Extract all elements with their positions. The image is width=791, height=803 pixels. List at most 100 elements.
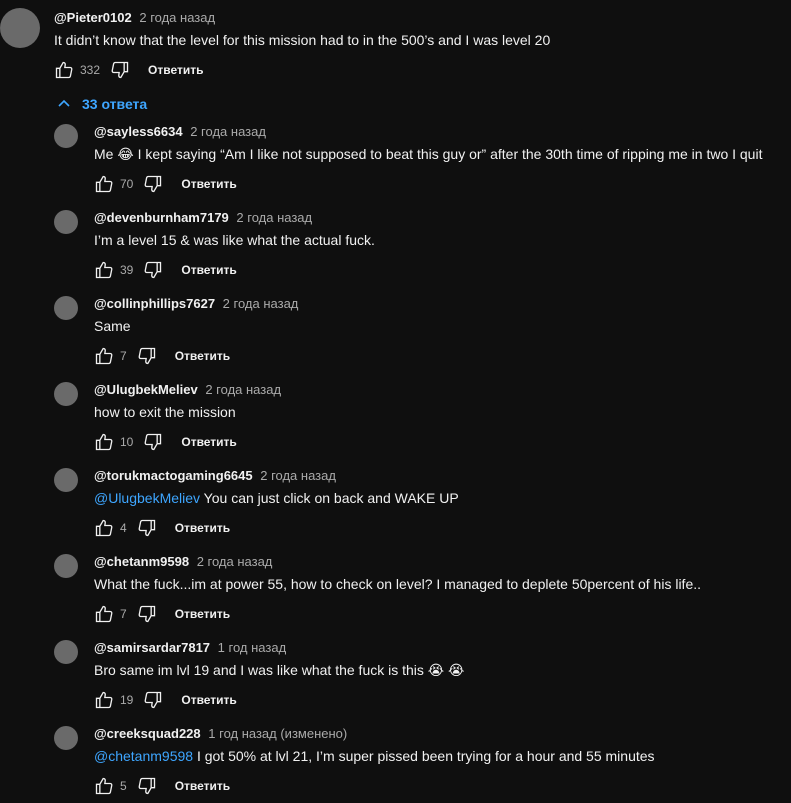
avatar[interactable]	[54, 210, 78, 234]
comment-actions: 19 Ответить	[92, 688, 237, 712]
thumbs-up-icon	[95, 777, 113, 795]
like-button[interactable]	[92, 344, 116, 368]
comment-text: Me 😂 I kept saying “Am I like not suppos…	[94, 146, 762, 163]
like-button[interactable]	[92, 602, 116, 626]
reply-button[interactable]: Ответить	[181, 177, 236, 191]
comment-header: @torukmactogaming6645 2 года назад	[94, 468, 336, 483]
comment-time[interactable]: 1 год назад (изменено)	[208, 726, 347, 741]
thumbs-down-icon	[138, 347, 155, 365]
avatar[interactable]	[54, 726, 78, 750]
comment-time[interactable]: 2 года назад	[139, 10, 215, 25]
avatar[interactable]	[54, 640, 78, 664]
comment-actions: 70 Ответить	[92, 172, 237, 196]
like-button[interactable]	[52, 58, 76, 82]
thumbs-down-icon	[144, 433, 162, 451]
comment-author[interactable]: @chetanm9598	[94, 554, 189, 569]
comment-header: @sayless6634 2 года назад	[94, 124, 266, 139]
thumbs-up-icon	[95, 519, 113, 537]
comment-header: @collinphillips7627 2 года назад	[94, 296, 298, 311]
dislike-button[interactable]	[135, 344, 159, 368]
thumbs-down-icon	[138, 777, 155, 795]
comment-time[interactable]: 2 года назад	[205, 382, 281, 397]
avatar[interactable]	[0, 8, 40, 48]
like-count: 5	[120, 779, 127, 793]
comment-author[interactable]: @sayless6634	[94, 124, 183, 139]
comment-actions: 5 Ответить	[92, 774, 230, 798]
mention-link[interactable]: @UlugbekMeliev	[94, 490, 200, 506]
thumbs-down-icon	[144, 691, 162, 709]
like-button[interactable]	[92, 774, 116, 798]
thumbs-down-icon	[138, 605, 155, 623]
like-button[interactable]	[92, 516, 116, 540]
dislike-button[interactable]	[141, 430, 165, 454]
dislike-button[interactable]	[135, 774, 159, 798]
avatar[interactable]	[54, 468, 78, 492]
comment-text: @UlugbekMeliev You can just click on bac…	[94, 490, 459, 506]
avatar[interactable]	[54, 382, 78, 406]
avatar[interactable]	[54, 124, 78, 148]
comment-author[interactable]: @collinphillips7627	[94, 296, 215, 311]
reply-button[interactable]: Ответить	[181, 693, 236, 707]
thumbs-down-icon	[144, 261, 162, 279]
comment-text: I’m a level 15 & was like what the actua…	[94, 232, 375, 248]
comment-author[interactable]: @torukmactogaming6645	[94, 468, 253, 483]
comment-header: @Pieter0102 2 года назад	[54, 10, 215, 25]
like-button[interactable]	[92, 172, 116, 196]
like-count: 19	[120, 693, 134, 707]
thumbs-up-icon	[95, 433, 113, 451]
like-button[interactable]	[92, 430, 116, 454]
comment-body: Bro same im lvl 19 and I was like what t…	[94, 662, 465, 678]
thumbs-up-icon	[95, 347, 113, 365]
comment-header: @UlugbekMeliev 2 года назад	[94, 382, 281, 397]
dislike-button[interactable]	[141, 688, 165, 712]
reply-button[interactable]: Ответить	[175, 607, 230, 621]
comment-text: It didn’t know that the level for this m…	[54, 32, 551, 48]
comment-time[interactable]: 2 года назад	[236, 210, 312, 225]
reply-button[interactable]: Ответить	[148, 63, 203, 77]
like-count: 7	[120, 607, 127, 621]
avatar[interactable]	[54, 296, 78, 320]
dislike-button[interactable]	[141, 258, 165, 282]
comment-text: @chetanm9598 I got 50% at lvl 21, I’m su…	[94, 748, 655, 764]
comment-body: I’m a level 15 & was like what the actua…	[94, 232, 375, 248]
like-count: 10	[120, 435, 134, 449]
comment-actions: 7 Ответить	[92, 344, 230, 368]
like-button[interactable]	[92, 688, 116, 712]
thumbs-down-icon	[138, 519, 155, 537]
comment-text: Bro same im lvl 19 and I was like what t…	[94, 662, 464, 679]
thumbs-up-icon	[95, 175, 113, 193]
like-button[interactable]	[92, 258, 116, 282]
reply-button[interactable]: Ответить	[175, 779, 230, 793]
comment-time[interactable]: 1 год назад	[218, 640, 286, 655]
dislike-button[interactable]	[135, 516, 159, 540]
like-count: 4	[120, 521, 127, 535]
comment-time[interactable]: 2 года назад	[260, 468, 336, 483]
comment-actions: 332 Ответить	[52, 58, 203, 82]
comment-header: @creeksquad228 1 год назад (изменено)	[94, 726, 347, 741]
reply-button[interactable]: Ответить	[175, 349, 230, 363]
comment-time[interactable]: 2 года назад	[190, 124, 266, 139]
reply-button[interactable]: Ответить	[181, 435, 236, 449]
comment-header: @devenburnham7179 2 года назад	[94, 210, 312, 225]
comment-author[interactable]: @Pieter0102	[54, 10, 132, 25]
thumbs-up-icon	[95, 691, 113, 709]
comment-author[interactable]: @devenburnham7179	[94, 210, 229, 225]
comment-author[interactable]: @UlugbekMeliev	[94, 382, 198, 397]
dislike-button[interactable]	[135, 602, 159, 626]
avatar[interactable]	[54, 554, 78, 578]
comment-body: You can just click on back and WAKE UP	[200, 490, 459, 506]
comment-body: Same	[94, 318, 131, 334]
comment-author[interactable]: @creeksquad228	[94, 726, 201, 741]
dislike-button[interactable]	[141, 172, 165, 196]
comment-time[interactable]: 2 года назад	[197, 554, 273, 569]
thumbs-down-icon	[144, 175, 162, 193]
reply-button[interactable]: Ответить	[181, 263, 236, 277]
comment-author[interactable]: @samirsardar7817	[94, 640, 210, 655]
reply-button[interactable]: Ответить	[175, 521, 230, 535]
comment-actions: 7 Ответить	[92, 602, 230, 626]
mention-link[interactable]: @chetanm9598	[94, 748, 193, 764]
comment-time[interactable]: 2 года назад	[223, 296, 299, 311]
dislike-button[interactable]	[108, 58, 132, 82]
replies-toggle[interactable]: 33 ответа	[56, 94, 147, 114]
comment-body: Me 😂 I kept saying “Am I like not suppos…	[94, 146, 763, 162]
